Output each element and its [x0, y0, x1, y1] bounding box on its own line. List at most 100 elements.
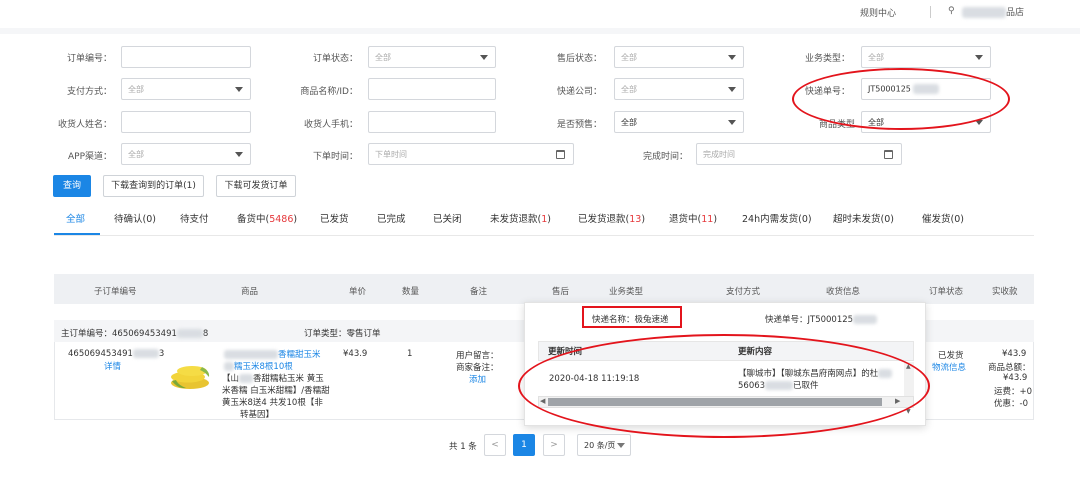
receiver-phone-label: 收货人手机：: [303, 120, 358, 130]
sub-order-no: 465069453491 3: [68, 349, 165, 359]
quantity: 1: [407, 349, 413, 359]
order-status-select[interactable]: 全部: [368, 46, 496, 68]
product-title-line1[interactable]: 香糯甜玉米: [224, 348, 321, 360]
goods-total-value: ¥43.9: [1003, 373, 1028, 383]
discount: 优惠：-0: [994, 399, 1028, 409]
col-pay-method: 支付方式: [726, 287, 761, 297]
popup-tracking-no: 快递单号：JT5000125: [765, 313, 878, 325]
product-thumbnail[interactable]: [168, 355, 212, 395]
business-type-label: 业务类型：: [804, 54, 850, 64]
receiver-name-label: 收货人姓名：: [57, 120, 112, 130]
user-message-label: 用户留言：: [456, 351, 499, 361]
header-divider: [0, 28, 1080, 34]
main-order-no: 主订单编号：465069453491 8: [61, 329, 209, 339]
app-channel-label: APP渠道：: [67, 152, 112, 162]
table-header: [54, 274, 1034, 304]
tab-pending-confirm[interactable]: 待确认(0): [114, 211, 156, 225]
product-name-id-label: 商品名称/ID：: [300, 87, 358, 97]
product-name-id-input[interactable]: [368, 78, 496, 100]
pagination-total: 共 1 条: [449, 442, 477, 452]
product-desc-line2: 米香糯 白玉米甜糯】/香糯甜: [222, 386, 330, 396]
chevron-down-icon: [235, 152, 243, 157]
product-desc-line1: 【山 香甜糯粘玉米 黄玉: [222, 374, 324, 384]
order-no-label: 订单编号：: [66, 54, 112, 64]
chevron-down-icon: [975, 55, 983, 60]
order-no-input[interactable]: [121, 46, 251, 68]
product-desc-line3: 黄玉米8送4 共发10根【非: [222, 398, 323, 408]
order-status-label: 订单状态：: [312, 54, 358, 64]
merchant-note-label: 商家备注：: [456, 363, 499, 373]
col-qty: 数量: [402, 287, 420, 297]
download-queried-button[interactable]: 下载查询到的订单(1): [103, 175, 204, 197]
business-type-select[interactable]: 全部: [861, 46, 991, 68]
receiver-name-input[interactable]: [121, 111, 251, 133]
user-icon: ⚲: [948, 6, 955, 16]
col-product: 商品: [241, 287, 259, 297]
col-after-sales: 售后: [552, 287, 570, 297]
rules-center-link[interactable]: 规则中心: [860, 6, 896, 19]
after-sales-label: 售后状态：: [556, 54, 602, 64]
active-tab-indicator: [54, 233, 100, 235]
tab-closed[interactable]: 已关闭: [433, 211, 462, 225]
presale-select[interactable]: 全部: [614, 111, 744, 133]
chevron-down-icon: [728, 87, 736, 92]
express-company-label: 快递公司：: [556, 87, 602, 97]
add-note-link[interactable]: 添加: [469, 373, 486, 385]
after-sales-select[interactable]: 全部: [614, 46, 744, 68]
tab-all[interactable]: 全部: [66, 211, 85, 225]
chevron-down-icon: [480, 55, 488, 60]
amount-received: ¥43.9: [1002, 349, 1027, 359]
order-type: 订单类型：零售订单: [304, 329, 381, 339]
order-time-label: 下单时间：: [312, 152, 358, 162]
store-name[interactable]: 品店: [962, 5, 1024, 18]
pay-method-select[interactable]: 全部: [121, 78, 251, 100]
tab-shipped-refund[interactable]: 已发货退款(13): [578, 211, 645, 225]
query-button[interactable]: 查询: [53, 175, 91, 197]
col-receiver-info: 收货信息: [826, 287, 861, 297]
prev-page-button[interactable]: <: [484, 434, 506, 456]
receiver-phone-input[interactable]: [368, 111, 496, 133]
express-company-select[interactable]: 全部: [614, 78, 744, 100]
col-note: 备注: [470, 287, 488, 297]
calendar-icon: [884, 150, 893, 159]
presale-label: 是否预售：: [556, 120, 602, 130]
app-channel-select[interactable]: 全部: [121, 143, 251, 165]
top-bar: [0, 0, 1080, 28]
next-page-button[interactable]: >: [543, 434, 565, 456]
page-1-button[interactable]: 1: [513, 434, 535, 456]
page-size-select[interactable]: 20 条/页: [577, 434, 631, 456]
product-desc-line4: 转基因】: [240, 410, 275, 420]
top-divider: [930, 6, 931, 18]
annotation-box-express-name: [582, 306, 682, 328]
order-status-value: 已发货: [938, 351, 964, 361]
goods-total-label: 商品总额：: [988, 363, 1031, 373]
pay-method-label: 支付方式：: [66, 87, 112, 97]
tab-ship-within-24h[interactable]: 24h内需发货(0): [742, 211, 812, 225]
tab-shipped[interactable]: 已发货: [320, 211, 349, 225]
chevron-down-icon: [728, 120, 736, 125]
annotation-ellipse-tracking: [792, 68, 1010, 130]
tab-divider: [54, 235, 1034, 236]
detail-link[interactable]: 详情: [104, 360, 121, 372]
tab-urge-ship[interactable]: 催发货(0): [922, 211, 964, 225]
tab-returning[interactable]: 退货中(11): [669, 211, 717, 225]
col-order-status: 订单状态: [929, 287, 964, 297]
finish-time-picker[interactable]: 完成时间: [696, 143, 902, 165]
download-shippable-button[interactable]: 下载可发货订单: [216, 175, 296, 197]
unit-price: ¥43.9: [343, 349, 368, 359]
chevron-down-icon: [617, 443, 625, 448]
tab-overdue[interactable]: 超时未发货(0): [833, 211, 894, 225]
calendar-icon: [556, 150, 565, 159]
col-sub-order-no: 子订单编号: [94, 287, 137, 297]
col-price: 单价: [349, 287, 367, 297]
tab-preparing[interactable]: 备货中(5486): [237, 211, 297, 225]
tab-pending-payment[interactable]: 待支付: [180, 211, 209, 225]
product-title-line2[interactable]: 糯玉米8根10根: [224, 360, 293, 372]
tab-unshipped-refund[interactable]: 未发货退款(1): [490, 211, 551, 225]
logistics-info-link[interactable]: 物流信息: [932, 361, 966, 373]
order-time-picker[interactable]: 下单时间: [368, 143, 574, 165]
shipping-fee: 运费：+0: [994, 387, 1033, 397]
annotation-ellipse-logistics: [518, 334, 930, 438]
chevron-down-icon: [235, 87, 243, 92]
tab-completed[interactable]: 已完成: [377, 211, 406, 225]
